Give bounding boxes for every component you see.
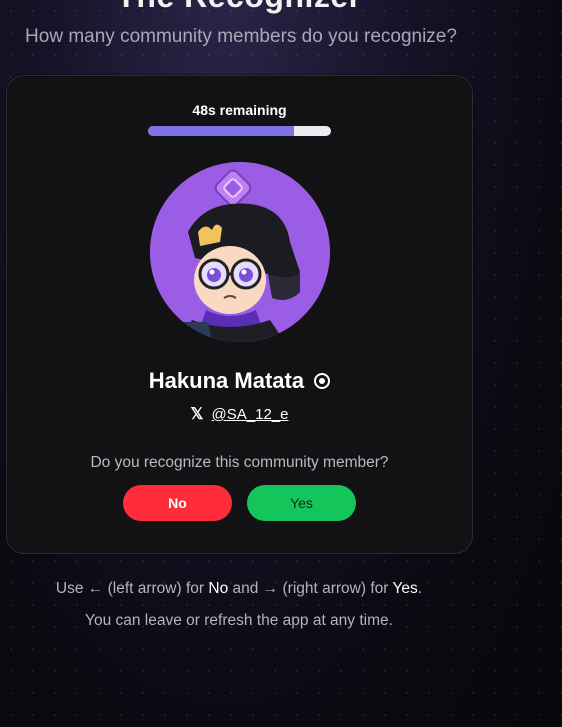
hint-yes: Yes: [392, 580, 418, 597]
leave-hint: You can leave or refresh the app at any …: [85, 612, 393, 629]
x-logo-icon: 𝕏: [190, 406, 204, 423]
member-name: Hakuna Matata: [7, 368, 472, 394]
yes-button[interactable]: Yes: [247, 485, 356, 521]
hint-suffix: .: [417, 580, 423, 597]
no-button[interactable]: No: [123, 485, 232, 521]
social-handle-link[interactable]: @SA_12_e: [212, 406, 289, 423]
timer-progress-bar: [148, 126, 331, 136]
member-name-text: Hakuna Matata: [148, 368, 305, 393]
timer-progress-fill: [148, 126, 295, 136]
social-handle-row: 𝕏 @SA_12_e: [7, 404, 472, 424]
recognition-question: Do you recognize this community member?: [90, 454, 389, 471]
avatar-illustration: [150, 162, 330, 342]
hint-mid: and → (right arrow) for: [232, 580, 389, 597]
page-subtitle: How many community members do you recogn…: [25, 26, 457, 47]
member-avatar: [150, 162, 330, 342]
timer-label: 48s remaining: [192, 102, 287, 118]
page-title: The Recognizer: [0, 0, 478, 15]
target-icon: [314, 373, 331, 389]
hint-prefix: Use ← (left arrow) for: [55, 580, 205, 597]
member-card: 48s remaining Hakuna Matata 𝕏 @SA_12_e D…: [6, 75, 473, 554]
keyboard-hint: Use ← (left arrow) for No and → (right a…: [0, 580, 478, 598]
hint-no: No: [208, 580, 229, 597]
